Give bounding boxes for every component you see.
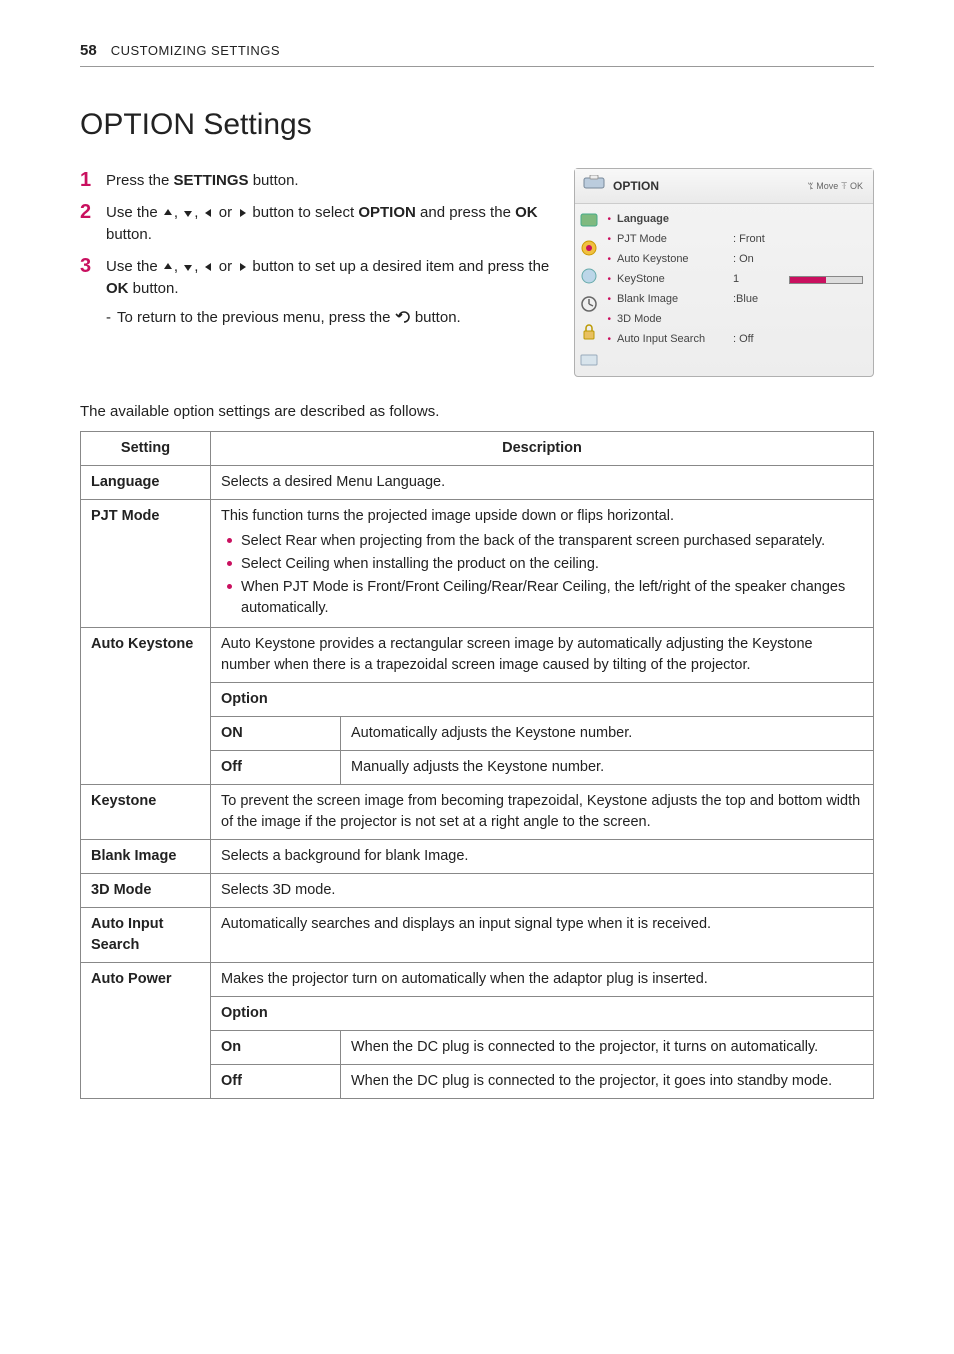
row-autoinput-desc: Automatically searches and displays an i… xyxy=(211,908,874,963)
row-autopower-desc: Makes the projector turn on automaticall… xyxy=(211,963,874,997)
bullet-icon: • xyxy=(607,235,611,245)
row-blank-desc: Selects a background for blank Image. xyxy=(211,840,874,874)
osd-panel: OPTION ꔂ Move ꔉ OK • Language • PJT Mode : F… xyxy=(574,168,874,377)
slider-bar xyxy=(789,276,863,284)
bullet-icon: • xyxy=(607,275,611,285)
lock-icon xyxy=(579,322,599,342)
row-autokey-option-label: Option xyxy=(211,683,874,717)
osd-row-label: KeyStone xyxy=(617,272,727,288)
bullet-icon: • xyxy=(607,295,611,305)
osd-row-value: : On xyxy=(733,252,783,268)
osd-row: • Blank Image :Blue xyxy=(607,290,863,310)
row-3d-name: 3D Mode xyxy=(81,874,211,908)
step-text: Use the , , or button to select OPTION a… xyxy=(106,200,556,246)
row-3d-desc: Selects 3D mode. xyxy=(211,874,874,908)
osd-row-value: :Blue xyxy=(733,292,783,308)
step-number: 1 xyxy=(80,168,98,192)
row-pjt-name: PJT Mode xyxy=(81,499,211,627)
osd-list: • Language • PJT Mode : Front • Auto Keystone:… xyxy=(603,204,873,370)
osd-row-label: Auto Input Search xyxy=(617,332,727,348)
row-autokey-on-desc: Automatically adjusts the Keystone numbe… xyxy=(341,717,874,751)
settings-table: Setting Description Language Selects a d… xyxy=(80,431,874,1099)
row-autopower-name: Auto Power xyxy=(81,963,211,1099)
osd-row-value: : Off xyxy=(733,332,783,348)
row-keystone-desc: To prevent the screen image from becomin… xyxy=(211,785,874,840)
th-description: Description xyxy=(211,431,874,465)
osd-row-label: Auto Keystone xyxy=(617,252,727,268)
steps-list: 1 Press the SETTINGS button. 2 Use the ,… xyxy=(80,168,556,329)
dash-bullet: - xyxy=(106,307,111,329)
back-icon xyxy=(395,309,415,326)
osd-row-value: 1 xyxy=(733,272,783,288)
th-setting: Setting xyxy=(81,431,211,465)
step-2: 2 Use the , , or button to select OPTION… xyxy=(80,200,556,246)
step-text: Use the , , or button to set up a desire… xyxy=(106,254,556,300)
page-title: OPTION Settings xyxy=(80,103,874,147)
row-autokey-off-desc: Manually adjusts the Keystone number. xyxy=(341,751,874,785)
osd-header: OPTION ꔂ Move ꔉ OK xyxy=(575,169,873,204)
row-autokey-off-label: Off xyxy=(211,751,341,785)
step-sub: - To return to the previous menu, press … xyxy=(106,307,556,329)
row-autopower-off-label: Off xyxy=(211,1065,341,1099)
osd-title: OPTION xyxy=(613,178,659,195)
step-1: 1 Press the SETTINGS button. xyxy=(80,168,556,192)
row-language-desc: Selects a desired Menu Language. xyxy=(211,465,874,499)
row-autokey-on-label: ON xyxy=(211,717,341,751)
osd-row-label: PJT Mode xyxy=(617,232,727,248)
row-blank-name: Blank Image xyxy=(81,840,211,874)
option-menu-icon xyxy=(583,175,605,197)
row-autokey-desc: Auto Keystone provides a rectangular scr… xyxy=(211,628,874,683)
section-title: CUSTOMIZING SETTINGS xyxy=(111,42,280,61)
intro-text: The available option settings are descri… xyxy=(80,401,874,423)
nav-arrows-icon: , , or xyxy=(162,258,253,275)
osd-sidebar-icons xyxy=(575,204,603,370)
page-number: 58 xyxy=(80,40,97,62)
row-autopower-option-label: Option xyxy=(211,997,874,1031)
osd-row: • 3D Mode xyxy=(607,310,863,330)
step-number: 2 xyxy=(80,200,98,246)
step-3: 3 Use the , , or button to set up a desi… xyxy=(80,254,556,300)
osd-row-label: 3D Mode xyxy=(617,312,727,328)
osd-row-label: Language xyxy=(617,212,727,228)
page-header: 58 CUSTOMIZING SETTINGS xyxy=(80,40,874,67)
osd-row: • Language xyxy=(607,210,863,230)
osd-row: • Auto Keystone : On xyxy=(607,250,863,270)
bullet-icon: • xyxy=(607,255,611,265)
nav-arrows-icon: , , or xyxy=(162,204,253,221)
step-text: Press the SETTINGS button. xyxy=(106,168,299,192)
row-autokey-name: Auto Keystone xyxy=(81,628,211,785)
osd-row-label: Blank Image xyxy=(617,292,727,308)
row-autopower-on-desc: When the DC plug is connected to the pro… xyxy=(341,1031,874,1065)
osd-row: • Auto Input Search : Off xyxy=(607,330,863,350)
osd-row: • PJT Mode : Front xyxy=(607,230,863,250)
row-autopower-on-label: On xyxy=(211,1031,341,1065)
row-autoinput-name: Auto Input Search xyxy=(81,908,211,963)
row-keystone-name: Keystone xyxy=(81,785,211,840)
row-pjt-desc: This function turns the projected image … xyxy=(211,499,874,627)
option-menu-small-icon xyxy=(579,294,599,314)
osd-row: • KeyStone 1 xyxy=(607,270,863,290)
bullet-icon: • xyxy=(607,335,611,345)
row-language-name: Language xyxy=(81,465,211,499)
time-icon xyxy=(579,266,599,286)
row-autopower-off-desc: When the DC plug is connected to the pro… xyxy=(341,1065,874,1099)
input-icon xyxy=(579,350,599,370)
audio-icon xyxy=(579,238,599,258)
picture-icon xyxy=(579,210,599,230)
step-number: 3 xyxy=(80,254,98,300)
bullet-icon: • xyxy=(607,315,611,325)
bullet-icon: • xyxy=(607,215,611,225)
osd-hint: ꔂ Move ꔉ OK xyxy=(808,180,863,193)
osd-row-value: : Front xyxy=(733,232,783,248)
